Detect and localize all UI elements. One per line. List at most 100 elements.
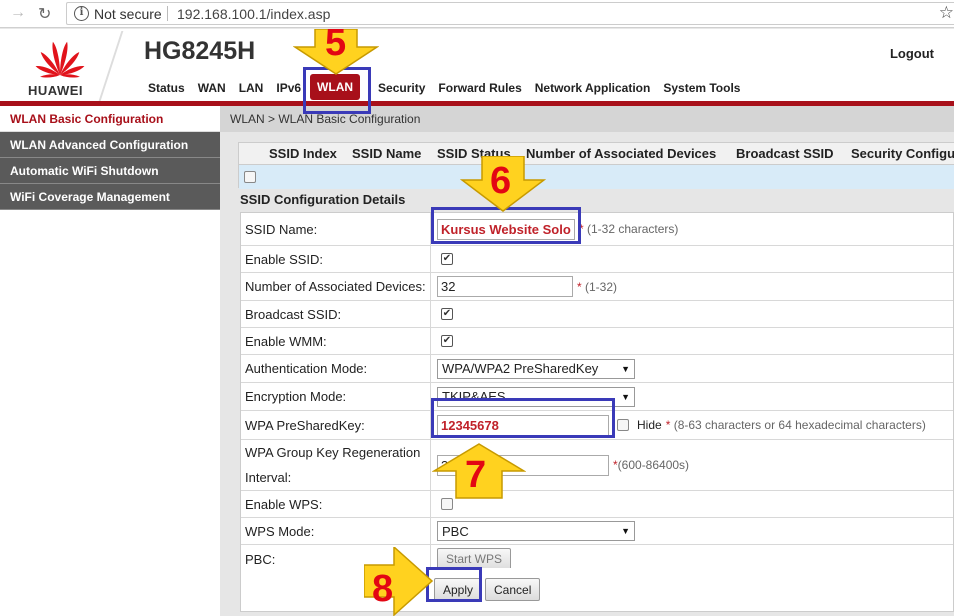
assoc-devices-cell: 32 * (1-32) [431, 273, 953, 300]
sidebar-item-auto-wifi-shutdown[interactable]: Automatic WiFi Shutdown [0, 158, 220, 184]
ssid-name-hint-text: (1-32 characters) [587, 222, 679, 236]
wps-mode-label: WPS Mode: [241, 518, 431, 544]
logout-link[interactable]: Logout [890, 46, 934, 61]
sidebar-item-wlan-advanced[interactable]: WLAN Advanced Configuration [0, 132, 220, 158]
step-number: 7 [465, 454, 487, 496]
router-header: HUAWEI HG8245H Logout Status WAN LAN IPv… [0, 29, 954, 103]
encryption-mode-label: Encryption Mode: [241, 383, 431, 410]
row-select-checkbox[interactable] [244, 171, 256, 183]
ssid-name-hint: * (1-32 characters) [579, 222, 678, 236]
highlight-box-apply [426, 567, 482, 602]
auth-mode-select[interactable]: WPA/WPA2 PreSharedKey ▼ [437, 358, 635, 379]
dropdown-arrow-icon: ▼ [621, 363, 630, 374]
page: → ↻ i Not secure 192.168.100.1/index.asp… [0, 0, 954, 616]
nav-status[interactable]: Status [148, 81, 185, 100]
enable-wmm-checkbox[interactable] [441, 335, 453, 347]
sidebar-item-wifi-coverage[interactable]: WiFi Coverage Management [0, 184, 220, 210]
cancel-button[interactable]: Cancel [485, 578, 541, 601]
broadcast-ssid-cell [431, 301, 953, 327]
form-actions: Apply Cancel [240, 568, 954, 612]
wmm-cell [431, 328, 953, 354]
form-row-enable-ssid: Enable SSID: [241, 246, 953, 273]
column-header: Security Configu [851, 146, 954, 161]
required-mark: * [577, 279, 582, 294]
psk-hint: * (8-63 characters or 64 hexadecimal cha… [666, 418, 926, 432]
url-text[interactable]: 192.168.100.1/index.asp [177, 6, 330, 22]
assoc-devices-hint-text: (1-32) [585, 279, 618, 294]
address-bar[interactable]: i Not secure 192.168.100.1/index.asp ☆ [66, 2, 954, 25]
highlight-box-ssid [431, 207, 581, 244]
ssid-name-label: SSID Name: [241, 213, 431, 245]
sidebar: WLAN Basic Configuration WLAN Advanced C… [0, 106, 220, 616]
form-row-enable-wps: Enable WPS: [241, 491, 953, 518]
device-model: HG8245H [144, 37, 256, 65]
column-header: Broadcast SSID [736, 146, 834, 161]
nav-ipv6[interactable]: IPv6 [276, 81, 301, 100]
back-arrow-icon[interactable]: → [10, 4, 26, 22]
section-title: SSID Configuration Details [240, 192, 406, 207]
assoc-devices-label: Number of Associated Devices: [241, 273, 431, 300]
reload-icon[interactable]: ↻ [38, 4, 51, 24]
browser-toolbar: → ↻ i Not secure 192.168.100.1/index.asp… [0, 0, 954, 28]
auth-mode-value: WPA/WPA2 PreSharedKey [442, 361, 599, 376]
group-key-label-line1: WPA Group Key Regeneration [245, 445, 421, 460]
wps-mode-value: PBC [442, 523, 469, 539]
form-row-auth-mode: Authentication Mode: WPA/WPA2 PreSharedK… [241, 355, 953, 383]
nav-network-application[interactable]: Network Application [535, 81, 651, 100]
sidebar-item-wlan-basic[interactable]: WLAN Basic Configuration [0, 106, 220, 132]
form-row-ssid-name: SSID Name: Kursus Website Solo * (1-32 c… [241, 213, 953, 246]
ssid-table: SSID Index SSID Name SSID Status Number … [238, 142, 954, 189]
enable-ssid-cell [431, 246, 953, 272]
wps-mode-select[interactable]: PBC ▼ [437, 521, 635, 541]
hide-psk-checkbox[interactable] [617, 419, 629, 431]
column-header: SSID Name [352, 146, 422, 161]
group-key-label-line2: Interval: [245, 470, 292, 485]
psk-label: WPA PreSharedKey: [241, 411, 431, 439]
nav-lan[interactable]: LAN [239, 81, 264, 100]
form-row-group-key: WPA Group Key Regeneration Interval: 360… [241, 440, 953, 491]
main-content: WLAN > WLAN Basic Configuration SSID Ind… [220, 106, 954, 616]
auth-mode-cell: WPA/WPA2 PreSharedKey ▼ [431, 355, 953, 382]
form-row-broadcast-ssid: Broadcast SSID: [241, 301, 953, 328]
dropdown-arrow-icon: ▼ [621, 526, 630, 536]
form-row-wmm: Enable WMM: [241, 328, 953, 355]
nav-forward-rules[interactable]: Forward Rules [438, 81, 521, 100]
broadcast-ssid-checkbox[interactable] [441, 308, 453, 320]
psk-hint-text: (8-63 characters or 64 hexadecimal chara… [673, 418, 926, 432]
nav-system-tools[interactable]: System Tools [663, 81, 740, 100]
info-icon[interactable]: i [74, 6, 89, 21]
step-number: 6 [490, 160, 512, 202]
table-row[interactable] [239, 165, 954, 189]
enable-ssid-label: Enable SSID: [241, 246, 431, 272]
column-header: SSID Index [269, 146, 337, 161]
nav-wan[interactable]: WAN [198, 81, 226, 100]
group-key-label: WPA Group Key Regeneration Interval: [241, 440, 431, 490]
assoc-devices-hint: * (1-32) [577, 280, 617, 294]
step-number: 5 [325, 22, 347, 64]
step-number: 8 [372, 568, 394, 610]
ssid-config-form: SSID Name: Kursus Website Solo * (1-32 c… [240, 212, 954, 574]
enable-wps-checkbox[interactable] [441, 498, 453, 510]
header-divider [98, 31, 124, 101]
wps-mode-cell: PBC ▼ [431, 518, 953, 544]
group-key-hint: *(600-86400s) [613, 458, 689, 472]
security-indicator: Not secure [94, 6, 162, 22]
bookmark-star-icon[interactable]: ☆ [939, 3, 954, 23]
group-key-hint-text: (600-86400s) [617, 458, 690, 472]
enable-wps-label: Enable WPS: [241, 491, 431, 517]
broadcast-ssid-label: Broadcast SSID: [241, 301, 431, 327]
nav-security[interactable]: Security [378, 81, 425, 100]
form-row-assoc-devices: Number of Associated Devices: 32 * (1-32… [241, 273, 953, 301]
hide-psk-label: Hide [637, 418, 662, 432]
form-row-wps-mode: WPS Mode: PBC ▼ [241, 518, 953, 545]
brand-name: HUAWEI [28, 83, 83, 98]
dropdown-arrow-icon: ▼ [621, 391, 630, 402]
assoc-devices-input[interactable]: 32 [437, 276, 573, 297]
ssid-table-header: SSID Index SSID Name SSID Status Number … [239, 143, 954, 165]
enable-ssid-checkbox[interactable] [441, 253, 453, 265]
highlight-box-psk [431, 398, 615, 438]
required-mark: * [665, 418, 671, 432]
url-separator [167, 6, 168, 21]
column-header: Number of Associated Devices [526, 146, 717, 161]
wmm-label: Enable WMM: [241, 328, 431, 354]
